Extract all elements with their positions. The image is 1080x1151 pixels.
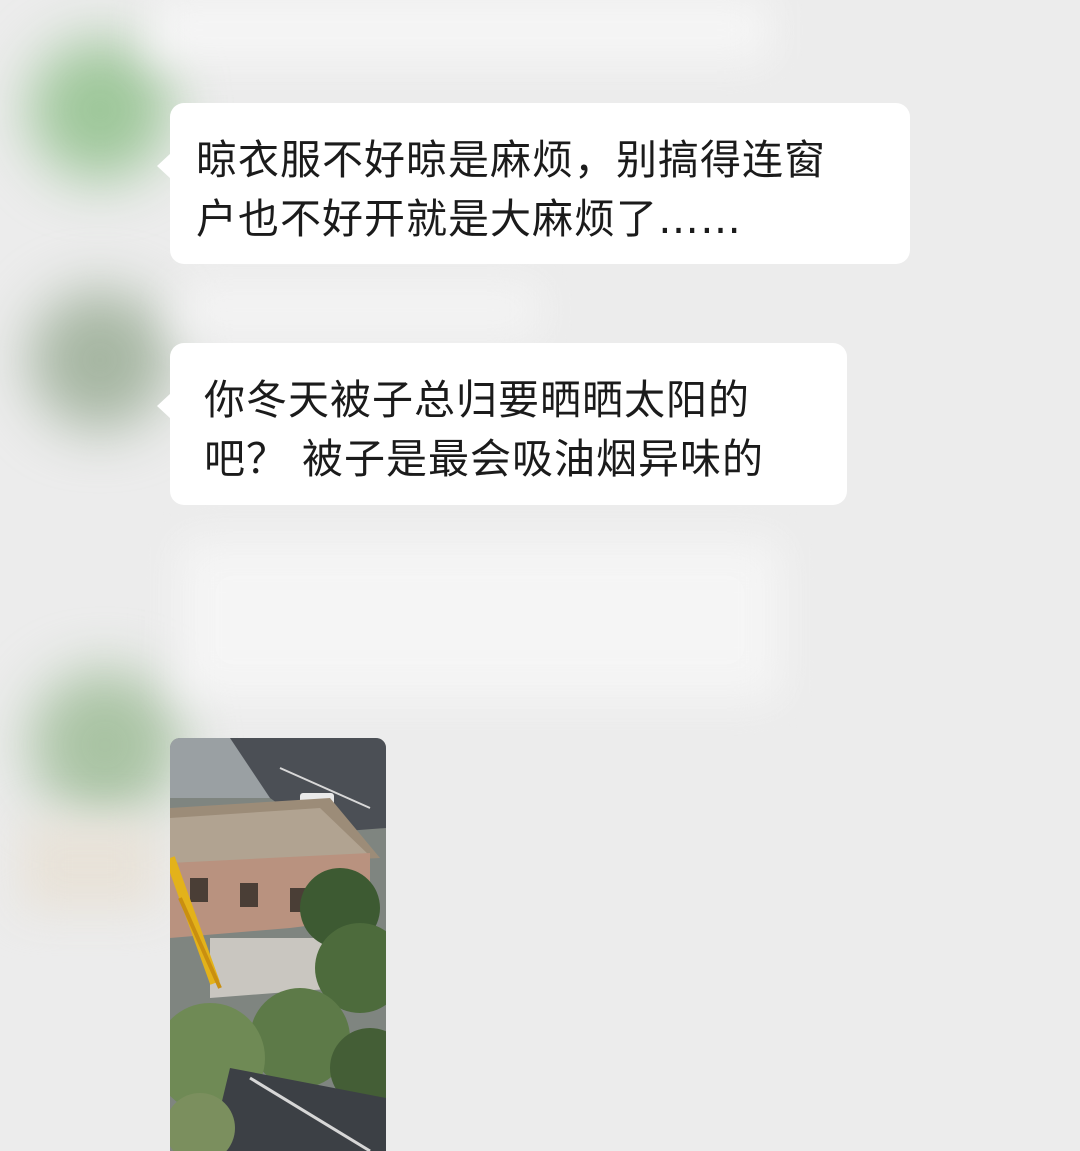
image-message[interactable] [170, 738, 386, 1151]
message-1-line-1: 晾衣服不好晾是麻烦，别搞得连窗 [196, 136, 826, 184]
sender-avatar-1[interactable] [30, 40, 170, 180]
blurred-region-3 [180, 540, 780, 700]
message-bubble-1[interactable]: 晾衣服不好晾是麻烦，别搞得连窗 户也不好开就是大麻烦了…… [157, 103, 910, 264]
message-bubble-2[interactable]: 你冬天被子总归要晒晒太阳的 吧？ 被子是最会吸油烟异味的 [157, 343, 847, 505]
message-2-line-1: 你冬天被子总归要晒晒太阳的 [204, 376, 750, 424]
chat-window: 晾衣服不好晾是麻烦，别搞得连窗 户也不好开就是大麻烦了…… 你冬天被子总归要晒晒… [0, 0, 1080, 1151]
sender-avatar-3[interactable] [30, 670, 180, 820]
message-1-line-2: 户也不好开就是大麻烦了…… [196, 195, 742, 243]
photo-thumbnail-icon [170, 738, 386, 1151]
blurred-region-2 [180, 285, 540, 335]
blurred-region-4 [20, 820, 160, 910]
sender-avatar-2[interactable] [30, 290, 170, 430]
blurred-region-1 [150, 0, 770, 60]
message-2-line-2: 吧？ 被子是最会吸油烟异味的 [204, 435, 765, 483]
